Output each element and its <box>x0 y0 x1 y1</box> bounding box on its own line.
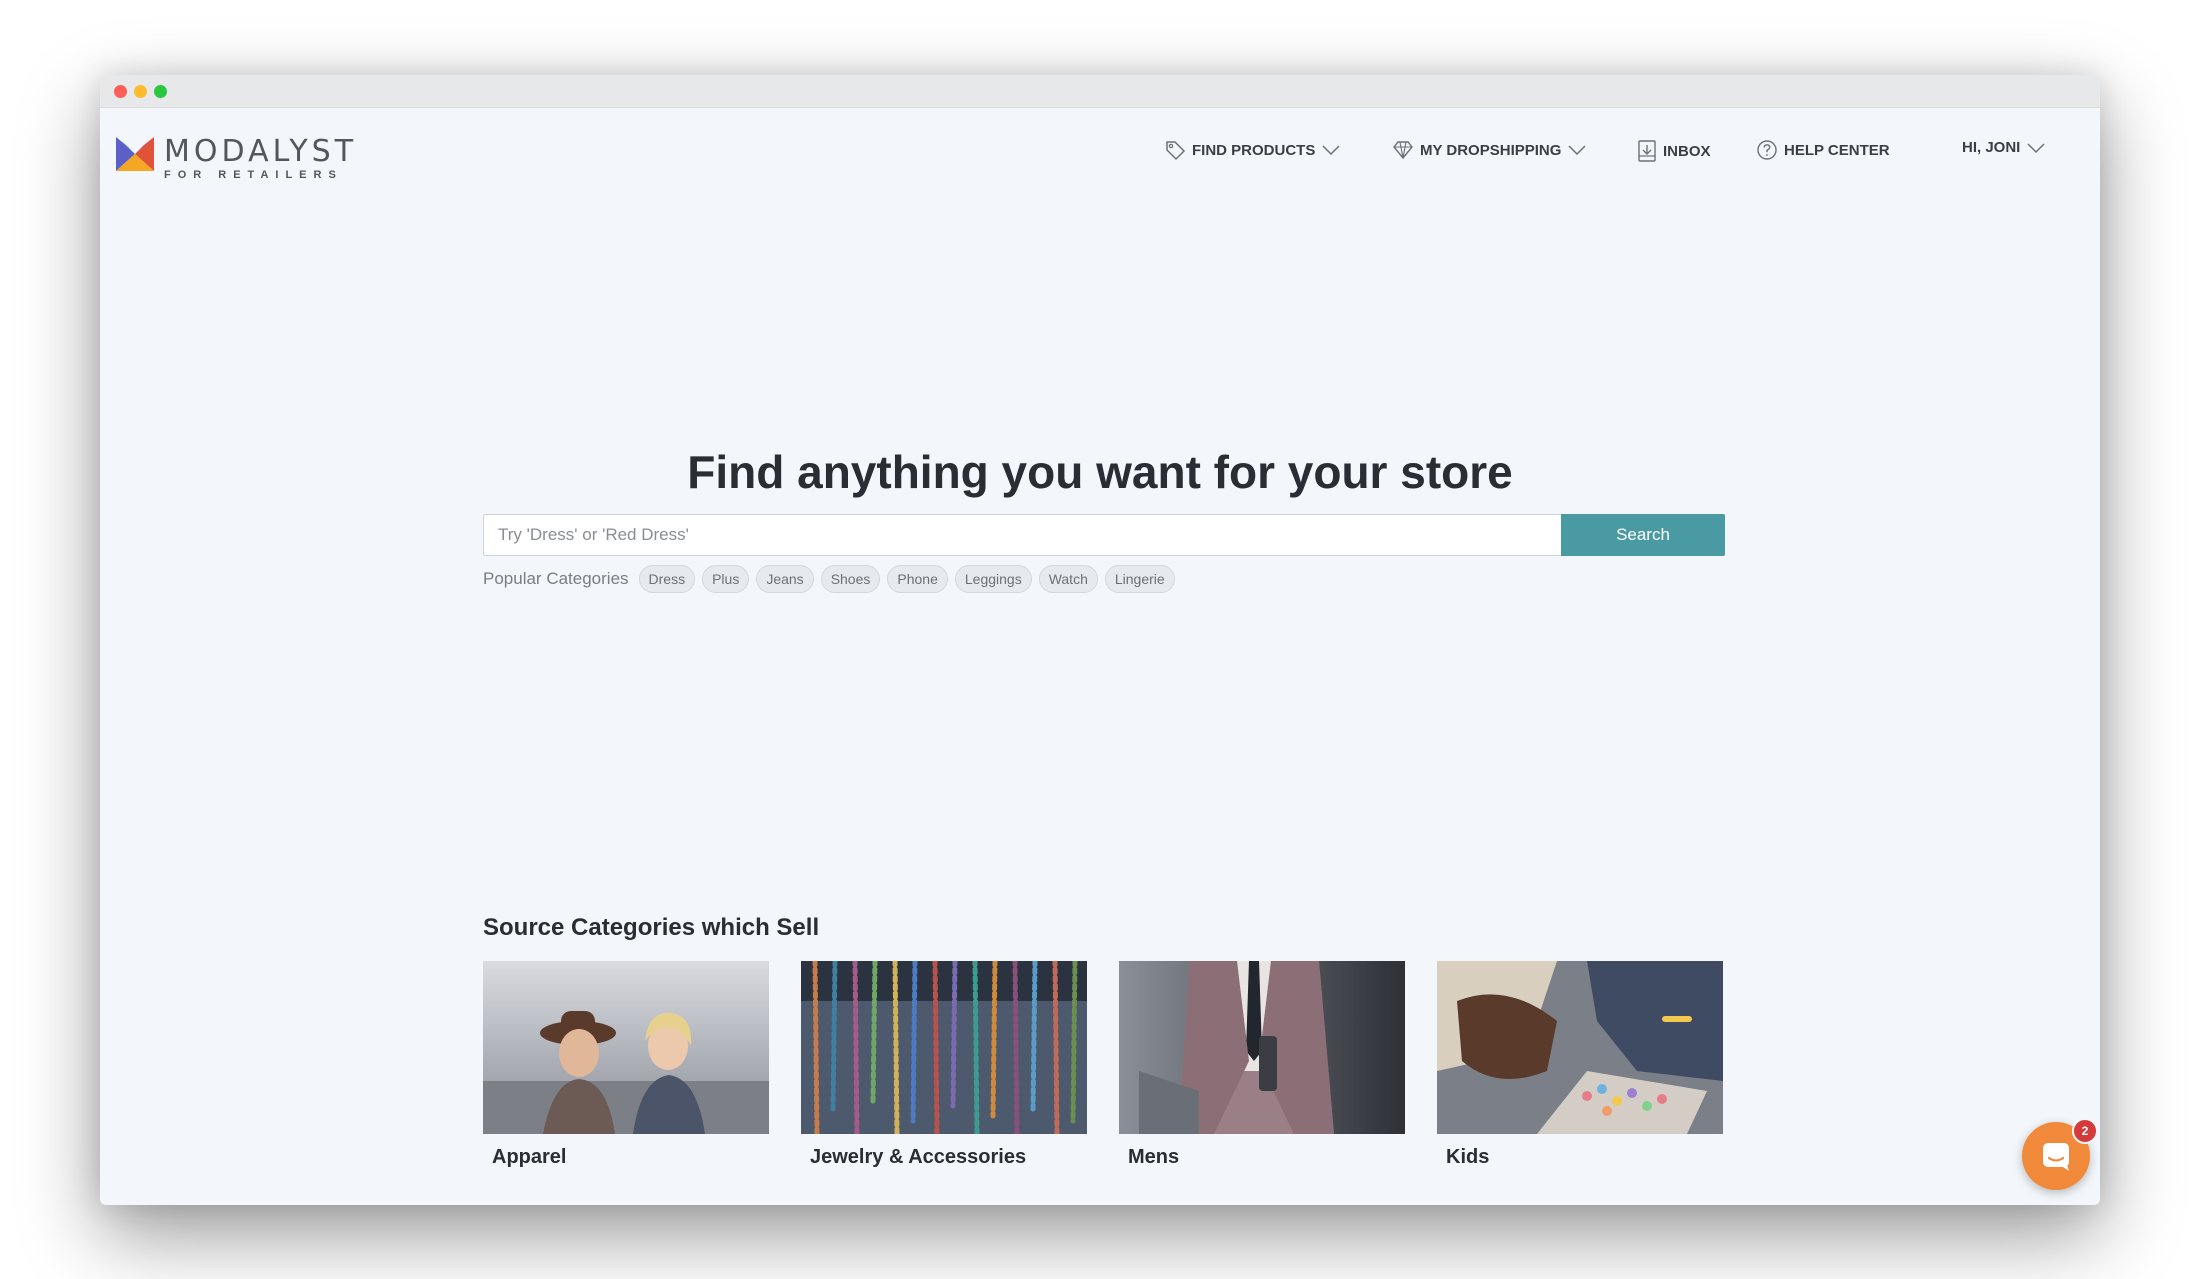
brand-logo[interactable]: MODALYST FOR RETAILERS <box>116 137 357 181</box>
nav-find-products-label: FIND PRODUCTS <box>1192 141 1316 159</box>
category-card-label: Kids <box>1446 1146 1490 1168</box>
nav-inbox[interactable]: INBOX <box>1637 139 1711 163</box>
category-card-mens[interactable]: Mens <box>1119 961 1405 1169</box>
nav-inbox-label: INBOX <box>1663 142 1711 160</box>
popular-categories-label: Popular Categories <box>483 569 629 588</box>
search-button[interactable]: Search <box>1561 514 1725 556</box>
category-chip[interactable]: Watch <box>1038 565 1098 593</box>
nav-help-center-label: HELP CENTER <box>1784 141 1890 159</box>
source-categories-grid: Apparel Jewelry & Accessories Mens Kids <box>483 961 1723 1169</box>
popular-categories: Popular Categories Dress Plus Jeans Shoe… <box>483 565 1175 593</box>
category-card-label: Mens <box>1128 1146 1180 1168</box>
chat-launcher-button[interactable]: 2 <box>2022 1118 2098 1190</box>
nav-help-center[interactable]: HELP CENTER <box>1756 139 1890 161</box>
close-window-button[interactable] <box>114 85 127 98</box>
minimize-window-button[interactable] <box>134 85 147 98</box>
category-chip[interactable]: Lingerie <box>1104 565 1175 593</box>
category-card-label: Jewelry & Accessories <box>810 1146 1027 1168</box>
category-chip[interactable]: Phone <box>887 565 948 593</box>
jewelry-image <box>801 961 1087 1134</box>
maximize-window-button[interactable] <box>154 85 167 98</box>
tag-icon <box>1166 141 1186 161</box>
browser-window: MODALYST FOR RETAILERS FIND PRODUCTS MY … <box>100 75 2100 1205</box>
category-card-kids[interactable]: Kids <box>1437 961 1723 1169</box>
source-categories-title: Source Categories which Sell <box>483 914 820 941</box>
top-navbar: MODALYST FOR RETAILERS FIND PRODUCTS MY … <box>100 107 2100 197</box>
nav-find-products[interactable]: FIND PRODUCTS <box>1164 139 1341 161</box>
user-greeting: HI, JONI <box>1962 139 2021 156</box>
kids-image <box>1437 961 1723 1134</box>
product-search-bar: Search <box>483 514 1725 556</box>
search-input[interactable] <box>483 514 1561 556</box>
window-titlebar <box>100 75 2100 108</box>
mens-image <box>1119 961 1405 1134</box>
diamond-icon <box>1393 141 1413 160</box>
brand-name: MODALYST <box>164 134 358 169</box>
category-card-label: Apparel <box>492 1146 567 1168</box>
chevron-down-icon <box>2027 142 2045 153</box>
nav-my-dropshipping-label: MY DROPSHIPPING <box>1420 141 1562 159</box>
inbox-icon <box>1638 140 1656 162</box>
category-chip[interactable]: Leggings <box>954 565 1032 593</box>
brand-tagline: FOR RETAILERS <box>164 169 343 181</box>
chat-icon <box>2043 1143 2069 1171</box>
modalyst-logo-icon <box>116 137 154 171</box>
category-card-apparel[interactable]: Apparel <box>483 961 769 1169</box>
nav-user-menu[interactable]: HI, JONI <box>1962 139 2046 156</box>
apparel-image <box>483 961 769 1134</box>
unread-count-badge: 2 <box>2072 1118 2098 1144</box>
category-card-jewelry[interactable]: Jewelry & Accessories <box>801 961 1087 1169</box>
question-circle-icon <box>1757 140 1777 160</box>
category-chip[interactable]: Jeans <box>756 565 814 593</box>
category-chip[interactable]: Dress <box>638 565 696 593</box>
chevron-down-icon <box>1322 145 1340 156</box>
hero-title: Find anything you want for your store <box>687 446 1513 498</box>
chevron-down-icon <box>1568 145 1586 156</box>
category-chip[interactable]: Shoes <box>820 565 881 593</box>
category-chip[interactable]: Plus <box>702 565 750 593</box>
nav-my-dropshipping[interactable]: MY DROPSHIPPING <box>1392 139 1587 161</box>
